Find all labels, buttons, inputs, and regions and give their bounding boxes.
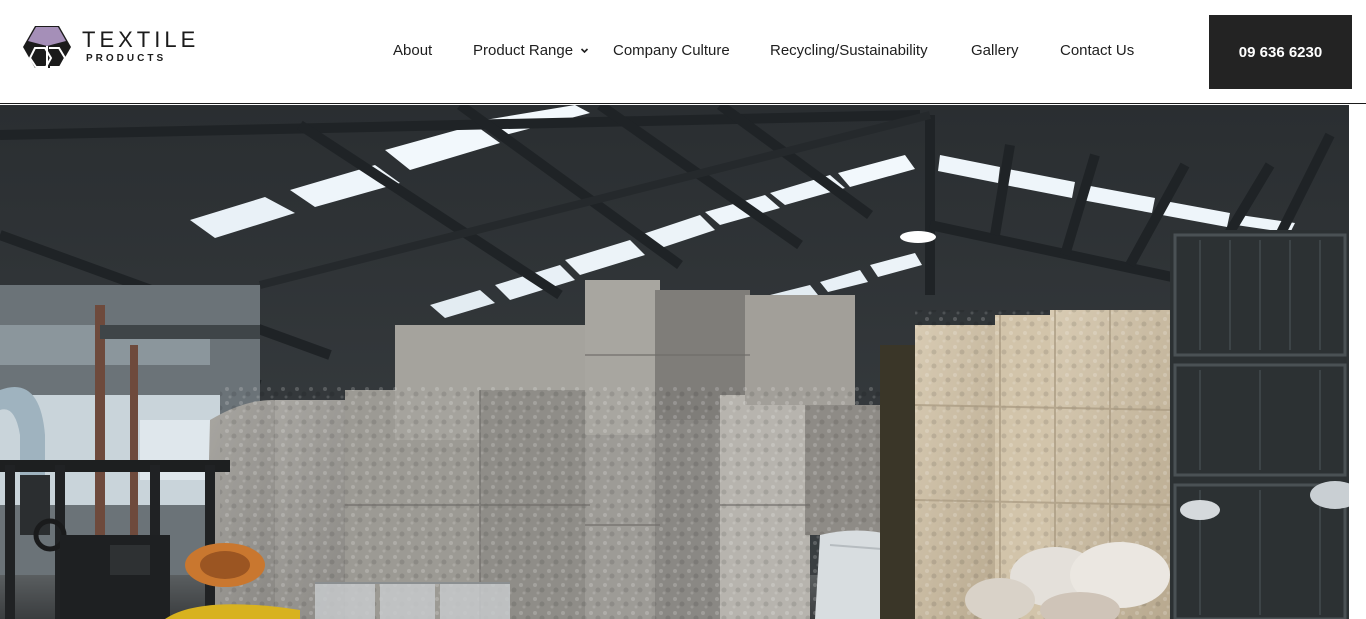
hero-image bbox=[0, 105, 1349, 619]
phone-call-button[interactable]: 09 636 6230 bbox=[1209, 15, 1352, 89]
warehouse-photo bbox=[0, 105, 1349, 619]
nav-company-culture[interactable]: Company Culture bbox=[613, 42, 730, 62]
phone-number: 09 636 6230 bbox=[1238, 43, 1323, 61]
chevron-down-icon[interactable] bbox=[580, 46, 589, 55]
site-header: TEXTILE PRODUCTS About Product Range Com… bbox=[0, 0, 1366, 104]
nav-about[interactable]: About bbox=[393, 42, 432, 62]
nav-recycling-sustainability[interactable]: Recycling/Sustainability bbox=[770, 42, 928, 62]
nav-contact-us[interactable]: Contact Us bbox=[1060, 42, 1134, 62]
nav-product-range[interactable]: Product Range bbox=[473, 42, 573, 62]
nav-gallery[interactable]: Gallery bbox=[971, 42, 1019, 62]
main-nav: About Product Range Company Culture Recy… bbox=[0, 0, 1366, 104]
